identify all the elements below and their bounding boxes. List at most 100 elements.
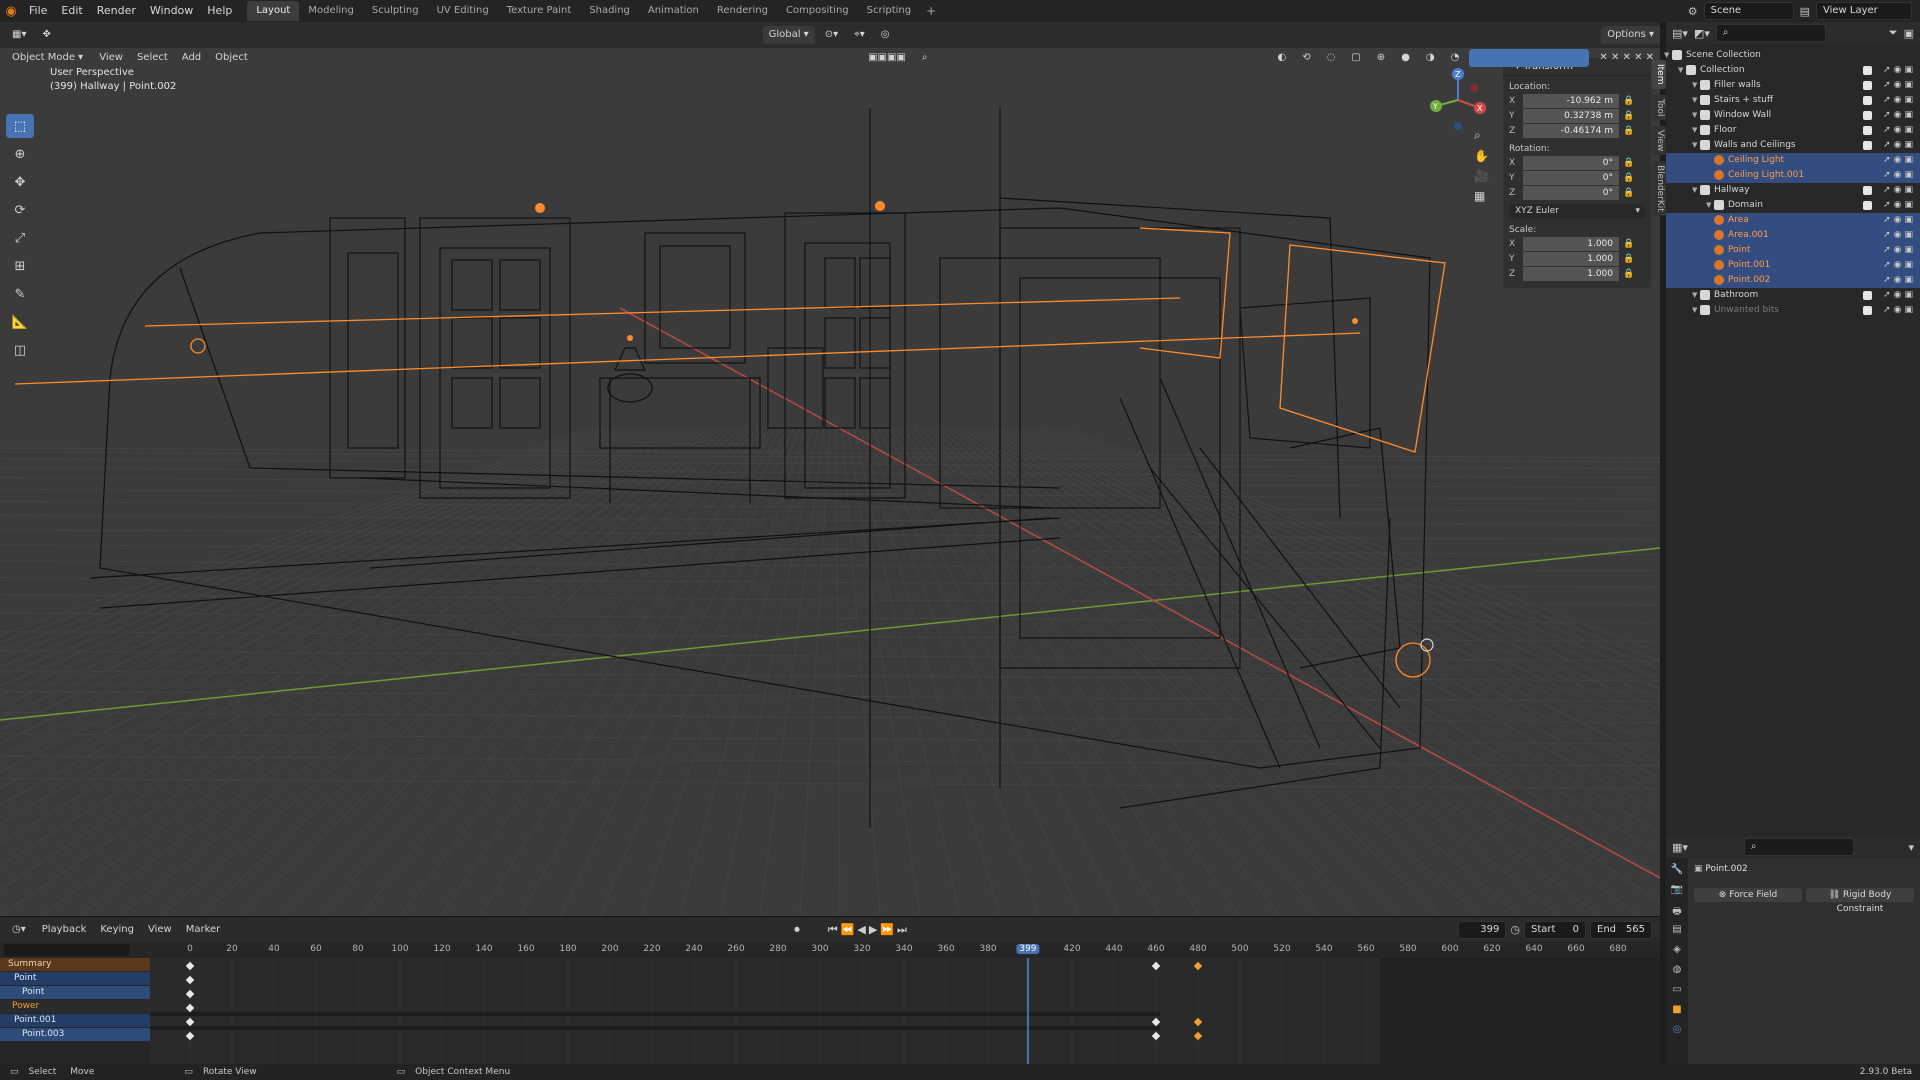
workspace-tab-scripting[interactable]: Scripting xyxy=(858,1,920,21)
sidebar-tab-blenderkit[interactable]: BlenderKit xyxy=(1652,161,1666,217)
expand-arrow-icon[interactable]: ▼ xyxy=(1678,63,1683,78)
exclude-checkbox[interactable] xyxy=(1863,126,1872,135)
workspace-tab-texture-paint[interactable]: Texture Paint xyxy=(498,1,581,21)
gizmo-icon[interactable]: ⟲ xyxy=(1296,49,1316,67)
editor-type-icon[interactable]: ▦▾ xyxy=(6,26,32,44)
channel-object[interactable]: Point.001 xyxy=(0,1014,150,1027)
visibility-icons[interactable]: ➚◉▣ xyxy=(1883,168,1916,183)
channel-fcurve[interactable]: Power xyxy=(0,1000,150,1013)
outliner-row[interactable]: ▼ Stairs + stuff ➚◉▣ xyxy=(1666,93,1920,108)
expand-arrow-icon[interactable]: ▼ xyxy=(1664,48,1669,63)
exclude-checkbox[interactable] xyxy=(1863,81,1872,90)
channel-summary[interactable]: Summary xyxy=(0,958,150,971)
outliner-row[interactable]: ▼ Filler walls ➚◉▣ xyxy=(1666,78,1920,93)
expand-arrow-icon[interactable]: ▼ xyxy=(1692,183,1697,198)
cursor-tool-icon[interactable]: ⊕ xyxy=(6,142,34,166)
blenderkit-bar[interactable] xyxy=(1469,49,1590,67)
zoom-icon[interactable]: ⌕ xyxy=(1474,128,1489,143)
menu-file[interactable]: File xyxy=(22,0,54,22)
rigid-body-constraint-button[interactable]: ⛓ Rigid Body Constraint xyxy=(1806,888,1914,914)
pan-hand-icon[interactable]: ✋ xyxy=(1474,149,1489,163)
exclude-checkbox[interactable] xyxy=(1863,291,1872,300)
timeline-menu-keying[interactable]: Keying xyxy=(94,921,140,939)
select-box-tool-icon[interactable]: ⬚ xyxy=(6,114,34,138)
exclude-checkbox[interactable] xyxy=(1863,306,1872,315)
selectability-icon[interactable]: ▣▣▣▣ xyxy=(862,49,912,67)
menu-help[interactable]: Help xyxy=(200,0,239,22)
outliner-row[interactable]: Point.002 ➚◉▣ xyxy=(1666,273,1920,288)
visibility-icons[interactable]: ➚◉▣ xyxy=(1883,138,1916,153)
end-frame-field[interactable]: End 565 xyxy=(1590,920,1652,939)
outliner-row[interactable]: ▼ Window Wall ➚◉▣ xyxy=(1666,108,1920,123)
blenderkit-close-icons[interactable]: ✕ ✕ ✕ ✕ ✕ xyxy=(1593,49,1660,67)
proportional-icon[interactable]: ◎ xyxy=(875,26,896,44)
snap-icon[interactable]: ⌖▾ xyxy=(848,26,871,44)
workspace-tab-shading[interactable]: Shading xyxy=(580,1,639,21)
exclude-checkbox[interactable] xyxy=(1863,141,1872,150)
menu-edit[interactable]: Edit xyxy=(54,0,89,22)
scale-tool-icon[interactable]: ⤢ xyxy=(6,226,34,250)
outliner-row[interactable]: ▼ Hallway ➚◉▣ xyxy=(1666,183,1920,198)
exclude-checkbox[interactable] xyxy=(1863,201,1872,210)
blender-logo-icon[interactable]: ◉ xyxy=(0,0,22,22)
location-x-field[interactable]: -10.962 m xyxy=(1523,93,1619,108)
3d-viewport[interactable]: User Perspective (399) Hallway | Point.0… xyxy=(0,48,1660,916)
transform-tool-icon[interactable]: ✥ xyxy=(36,26,56,44)
menu-render[interactable]: Render xyxy=(90,0,143,22)
pivot-icon[interactable]: ⊙▾ xyxy=(819,26,844,44)
viewport-search-icon[interactable]: ⌕ xyxy=(916,49,934,67)
exclude-checkbox[interactable] xyxy=(1863,186,1872,195)
outliner-row[interactable]: ▼ Walls and Ceilings ➚◉▣ xyxy=(1666,138,1920,153)
outliner-row[interactable]: ▼ Scene Collection xyxy=(1664,48,1920,63)
lock-icon[interactable]: 🔒 xyxy=(1619,188,1639,198)
move-tool-icon[interactable]: ✥ xyxy=(6,170,34,194)
timeline-keyframe-area[interactable] xyxy=(150,958,1660,1064)
visibility-icons[interactable]: ➚◉▣ xyxy=(1883,153,1916,168)
workspace-tab-rendering[interactable]: Rendering xyxy=(708,1,777,21)
workspace-tab-uv-editing[interactable]: UV Editing xyxy=(428,1,498,21)
view-layer-field[interactable]: View Layer xyxy=(1816,2,1912,20)
outliner-row[interactable]: Area.001 ➚◉▣ xyxy=(1666,228,1920,243)
scale-x-field[interactable]: 1.000 xyxy=(1523,236,1619,251)
properties-editor-icon[interactable]: ▦▾ xyxy=(1672,841,1688,854)
expand-arrow-icon[interactable]: ▼ xyxy=(1706,198,1711,213)
display-mode-icon[interactable]: ◩▾ xyxy=(1694,27,1710,40)
outliner-row[interactable]: Area ➚◉▣ xyxy=(1666,213,1920,228)
visibility-icons[interactable]: ➚◉▣ xyxy=(1883,183,1916,198)
channel-search-input[interactable] xyxy=(4,944,130,956)
visibility-icons[interactable]: ➚◉▣ xyxy=(1883,93,1916,108)
filter-icon[interactable]: ⏷ xyxy=(1889,26,1898,40)
ortho-grid-icon[interactable]: ▦ xyxy=(1474,189,1489,203)
lock-icon[interactable]: 🔒 xyxy=(1619,158,1639,168)
current-frame-field[interactable]: 399 xyxy=(1458,920,1507,939)
expand-arrow-icon[interactable]: ▼ xyxy=(1692,303,1697,318)
sidebar-tab-tool[interactable]: Tool xyxy=(1652,94,1666,120)
visibility-icons[interactable]: ➚◉▣ xyxy=(1883,123,1916,138)
exclude-checkbox[interactable] xyxy=(1863,66,1872,75)
lock-icon[interactable]: 🔒 xyxy=(1619,239,1639,249)
sidebar-tab-view[interactable]: View xyxy=(1652,125,1666,156)
lock-icon[interactable]: 🔒 xyxy=(1619,96,1639,106)
location-z-field[interactable]: -0.46174 m xyxy=(1523,123,1619,138)
expand-arrow-icon[interactable]: ▼ xyxy=(1692,123,1697,138)
scale-z-field[interactable]: 1.000 xyxy=(1523,266,1619,281)
scene-field[interactable]: Scene xyxy=(1703,2,1794,20)
viewport-menu-view[interactable]: View xyxy=(93,49,129,67)
expand-arrow-icon[interactable]: ▼ xyxy=(1692,78,1697,93)
shading-wireframe-icon[interactable]: ⊕ xyxy=(1371,49,1391,67)
visibility-icons[interactable]: ➚◉▣ xyxy=(1883,243,1916,258)
visibility-icons[interactable]: ➚◉▣ xyxy=(1883,78,1916,93)
rotate-tool-icon[interactable]: ⟳ xyxy=(6,198,34,222)
outliner-row[interactable]: ▼ Unwanted bits ➚◉▣ xyxy=(1666,303,1920,318)
annotate-tool-icon[interactable]: ✎ xyxy=(6,282,34,306)
channel-object[interactable]: Point xyxy=(0,972,150,985)
outliner-row[interactable]: Ceiling Light ➚◉▣ xyxy=(1666,153,1920,168)
outliner-row[interactable]: Point ➚◉▣ xyxy=(1666,243,1920,258)
physics-tab-icon[interactable]: ◎ xyxy=(1669,1024,1685,1038)
world-tab-icon[interactable]: ◍ xyxy=(1669,964,1685,978)
visibility-icons[interactable]: ➚◉▣ xyxy=(1883,198,1916,213)
outliner-row[interactable]: Ceiling Light.001 ➚◉▣ xyxy=(1666,168,1920,183)
navigation-gizmo[interactable]: Z X Y xyxy=(1428,66,1488,136)
timeline-editor-icon[interactable]: ◷▾ xyxy=(6,921,32,939)
viewport-menu-select[interactable]: Select xyxy=(131,49,174,67)
